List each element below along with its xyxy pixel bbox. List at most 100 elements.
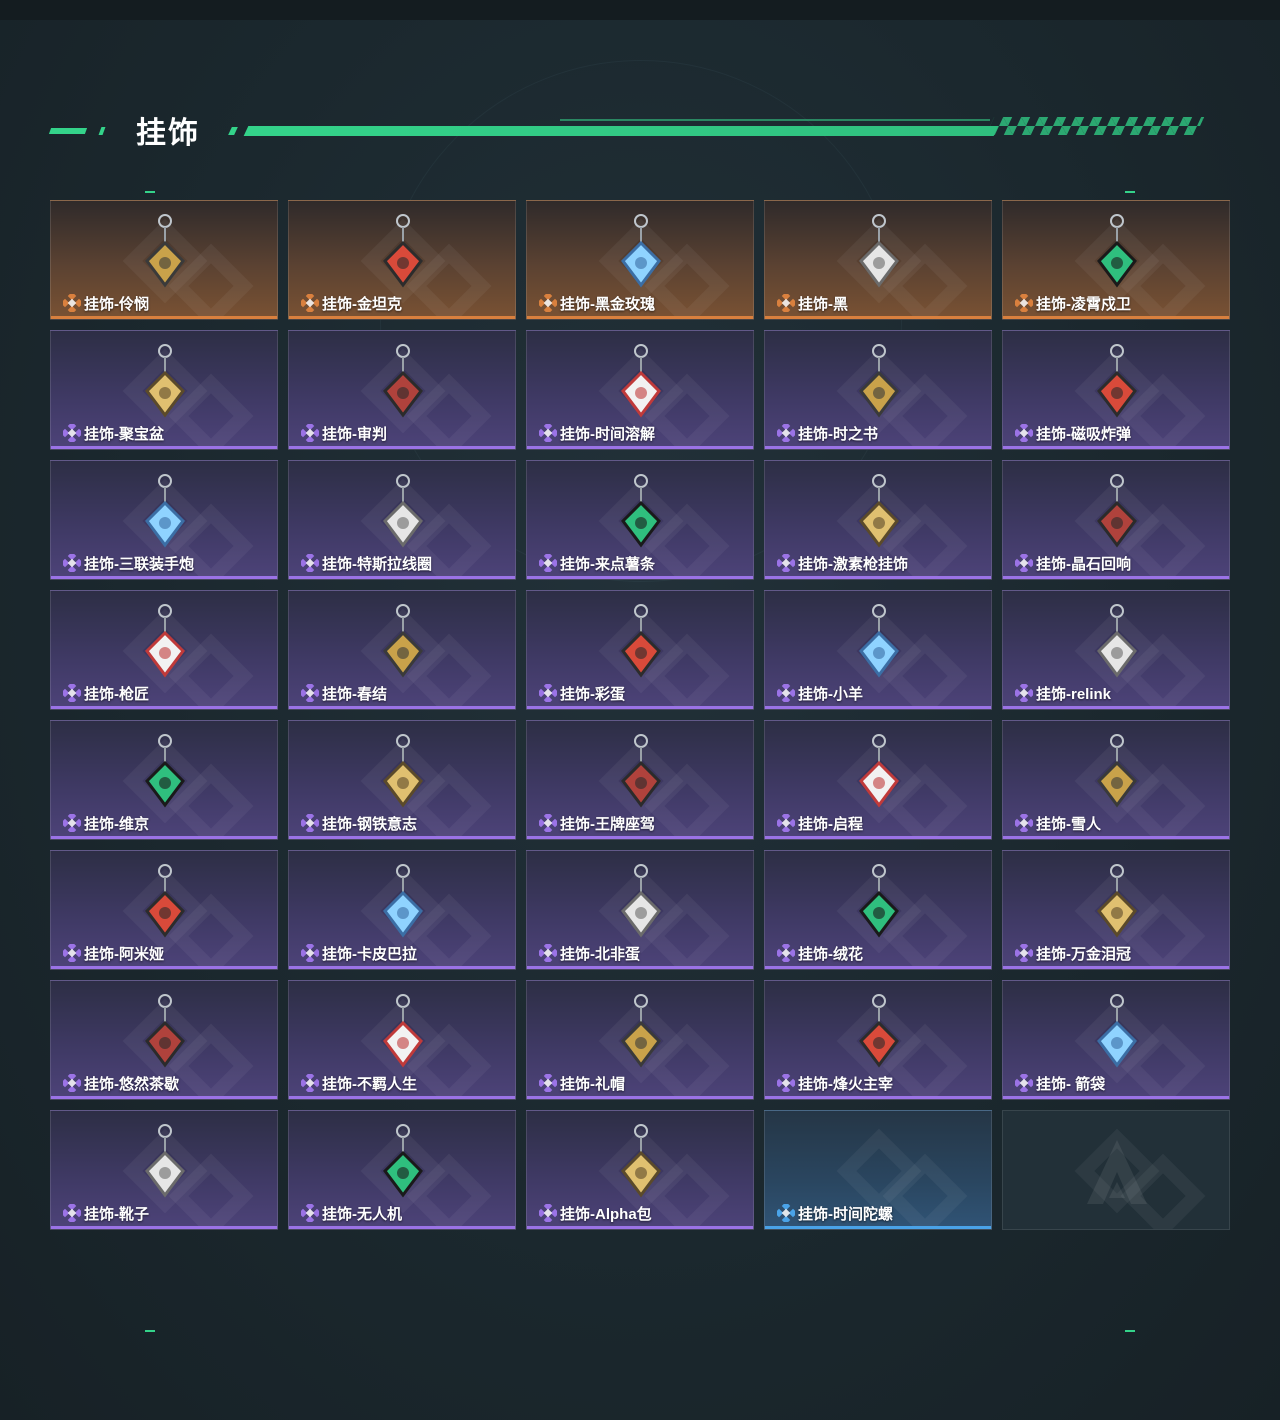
pendant-card[interactable]: 挂饰-激素枪挂饰 [764,460,992,580]
gunsmith-pendant-icon [145,604,185,678]
rarity-bar [765,1096,991,1099]
pendant-card[interactable]: 挂饰-无人机 [288,1110,516,1230]
boot-pendant-icon [145,1124,185,1198]
pendant-name: 挂饰-不羁人生 [322,1076,417,1093]
pendant-card[interactable]: 挂饰-晶石回响 [1002,460,1230,580]
pendant-card[interactable]: 挂饰-北非蛋 [526,850,754,970]
rarity-bar [1003,316,1229,319]
pendant-card[interactable]: 挂饰-礼帽 [526,980,754,1100]
empty-slot[interactable] [1002,1110,1230,1230]
rarity-diamond-icon [539,814,557,832]
relink-pendant-icon [1097,604,1137,678]
rarity-diamond-icon [63,1204,81,1222]
pendant-card[interactable]: 挂饰-维京 [50,720,278,840]
rarity-bar [51,836,277,839]
rarity-bar [289,706,515,709]
rarity-diamond-icon [539,294,557,312]
pendant-card[interactable]: 挂饰-金坦克 [288,200,516,320]
pendant-card[interactable]: 挂饰-时间陀螺 [764,1110,992,1230]
pendant-name: 挂饰-王牌座驾 [560,816,655,833]
pendant-card[interactable]: 挂饰-春结 [288,590,516,710]
pendant-card[interactable]: 挂饰-伶悯 [50,200,278,320]
rarity-bar [51,706,277,709]
rarity-bar [289,576,515,579]
pendant-card[interactable]: 挂饰-启程 [764,720,992,840]
pendant-card[interactable]: 挂饰-卡皮巴拉 [288,850,516,970]
pendant-card[interactable]: 挂饰-万金泪冠 [1002,850,1230,970]
pendant-name: 挂饰-来点薯条 [560,556,655,573]
rarity-diamond-icon [63,814,81,832]
pendant-name: 挂饰-时间溶解 [560,426,655,443]
kunai-pendant-icon [145,214,185,288]
rarity-bar [765,576,991,579]
rarity-diamond-icon [63,944,81,962]
rarity-diamond-icon [1015,814,1033,832]
rarity-diamond-icon [777,1074,795,1092]
rarity-bar [51,1226,277,1229]
pendant-card[interactable]: 挂饰-磁吸炸弹 [1002,330,1230,450]
header-accent-line [243,126,999,136]
viking-anchor-pendant-icon [145,734,185,808]
pendant-name: 挂饰-relink [1036,686,1112,703]
rarity-bar [765,706,991,709]
pendant-card[interactable]: 挂饰-聚宝盆 [50,330,278,450]
rarity-bar [51,576,277,579]
header-thin-line [560,119,990,121]
game-logo-icon [1087,1140,1147,1204]
pendant-card[interactable]: 挂饰-黑金玫瑰 [526,200,754,320]
pendant-card[interactable]: 挂饰-黑 [764,200,992,320]
rarity-diamond-icon [63,294,81,312]
rarity-diamond-icon [63,684,81,702]
rarity-bar [1003,836,1229,839]
sneaker-pendant-icon [383,994,423,1068]
section-header: 挂饰 [0,100,1280,160]
guardian-bird-pendant-icon [1097,214,1137,288]
rarity-diamond-icon [301,684,319,702]
rarity-diamond-icon [777,424,795,442]
rarity-bar [527,706,753,709]
amiya-pendant-icon [145,864,185,938]
pendant-card[interactable]: 挂饰-时之书 [764,330,992,450]
corner-tick [1125,191,1135,193]
pendant-card[interactable]: 挂饰-审判 [288,330,516,450]
pendant-name: 挂饰-聚宝盆 [84,426,164,443]
pendant-name: 挂饰-启程 [798,816,863,833]
pendant-card[interactable]: 挂饰-Alpha包 [526,1110,754,1230]
pendant-name: 挂饰-悠然茶歇 [84,1076,179,1093]
pendant-card[interactable]: 挂饰-靴子 [50,1110,278,1230]
pendant-card[interactable]: 挂饰- 箭袋 [1002,980,1230,1100]
rarity-bar [289,1096,515,1099]
pendant-name: 挂饰-凌霄戍卫 [1036,296,1131,313]
rarity-diamond-icon [1015,424,1033,442]
pendant-card[interactable]: 挂饰-时间溶解 [526,330,754,450]
pendant-name: 挂饰-阿米娅 [84,946,164,963]
pendant-card[interactable]: 挂饰-来点薯条 [526,460,754,580]
top-strip [0,0,1280,20]
lamb-pendant-icon [859,604,899,678]
pendant-card[interactable]: 挂饰-凌霄戍卫 [1002,200,1230,320]
snowman-pendant-icon [1097,734,1137,808]
pendant-card[interactable]: 挂饰-钢铁意志 [288,720,516,840]
pendant-card[interactable]: 挂饰-三联装手炮 [50,460,278,580]
pendant-card[interactable]: 挂饰-小羊 [764,590,992,710]
pendant-card[interactable]: 挂饰-烽火主宰 [764,980,992,1100]
pendant-card[interactable]: 挂饰-彩蛋 [526,590,754,710]
pendant-card[interactable]: 挂饰-阿米娅 [50,850,278,970]
pendant-card[interactable]: 挂饰-绒花 [764,850,992,970]
pendant-grid: 挂饰-伶悯 挂饰-金坦克 挂饰-黑金玫瑰 挂饰-黑 挂饰-凌霄戍卫挂饰-聚宝盆 挂饰-审判… [50,200,1230,1230]
pendant-card[interactable]: 挂饰-不羁人生 [288,980,516,1100]
graffiti-container-pendant-icon [859,994,899,1068]
rarity-bar [1003,706,1229,709]
pendant-card[interactable]: 挂饰-王牌座驾 [526,720,754,840]
rarity-diamond-icon [1015,554,1033,572]
pendant-name: 挂饰-三联装手炮 [84,556,194,573]
rarity-diamond-icon [301,814,319,832]
pendant-card[interactable]: 挂饰-特斯拉线圈 [288,460,516,580]
pendant-name: 挂饰-黑 [798,296,848,313]
pendant-name: 挂饰-靴子 [84,1206,149,1223]
pendant-card[interactable]: 挂饰-雪人 [1002,720,1230,840]
pendant-card[interactable]: 挂饰-枪匠 [50,590,278,710]
rarity-bar [51,1096,277,1099]
pendant-card[interactable]: 挂饰-relink [1002,590,1230,710]
pendant-card[interactable]: 挂饰-悠然茶歇 [50,980,278,1100]
